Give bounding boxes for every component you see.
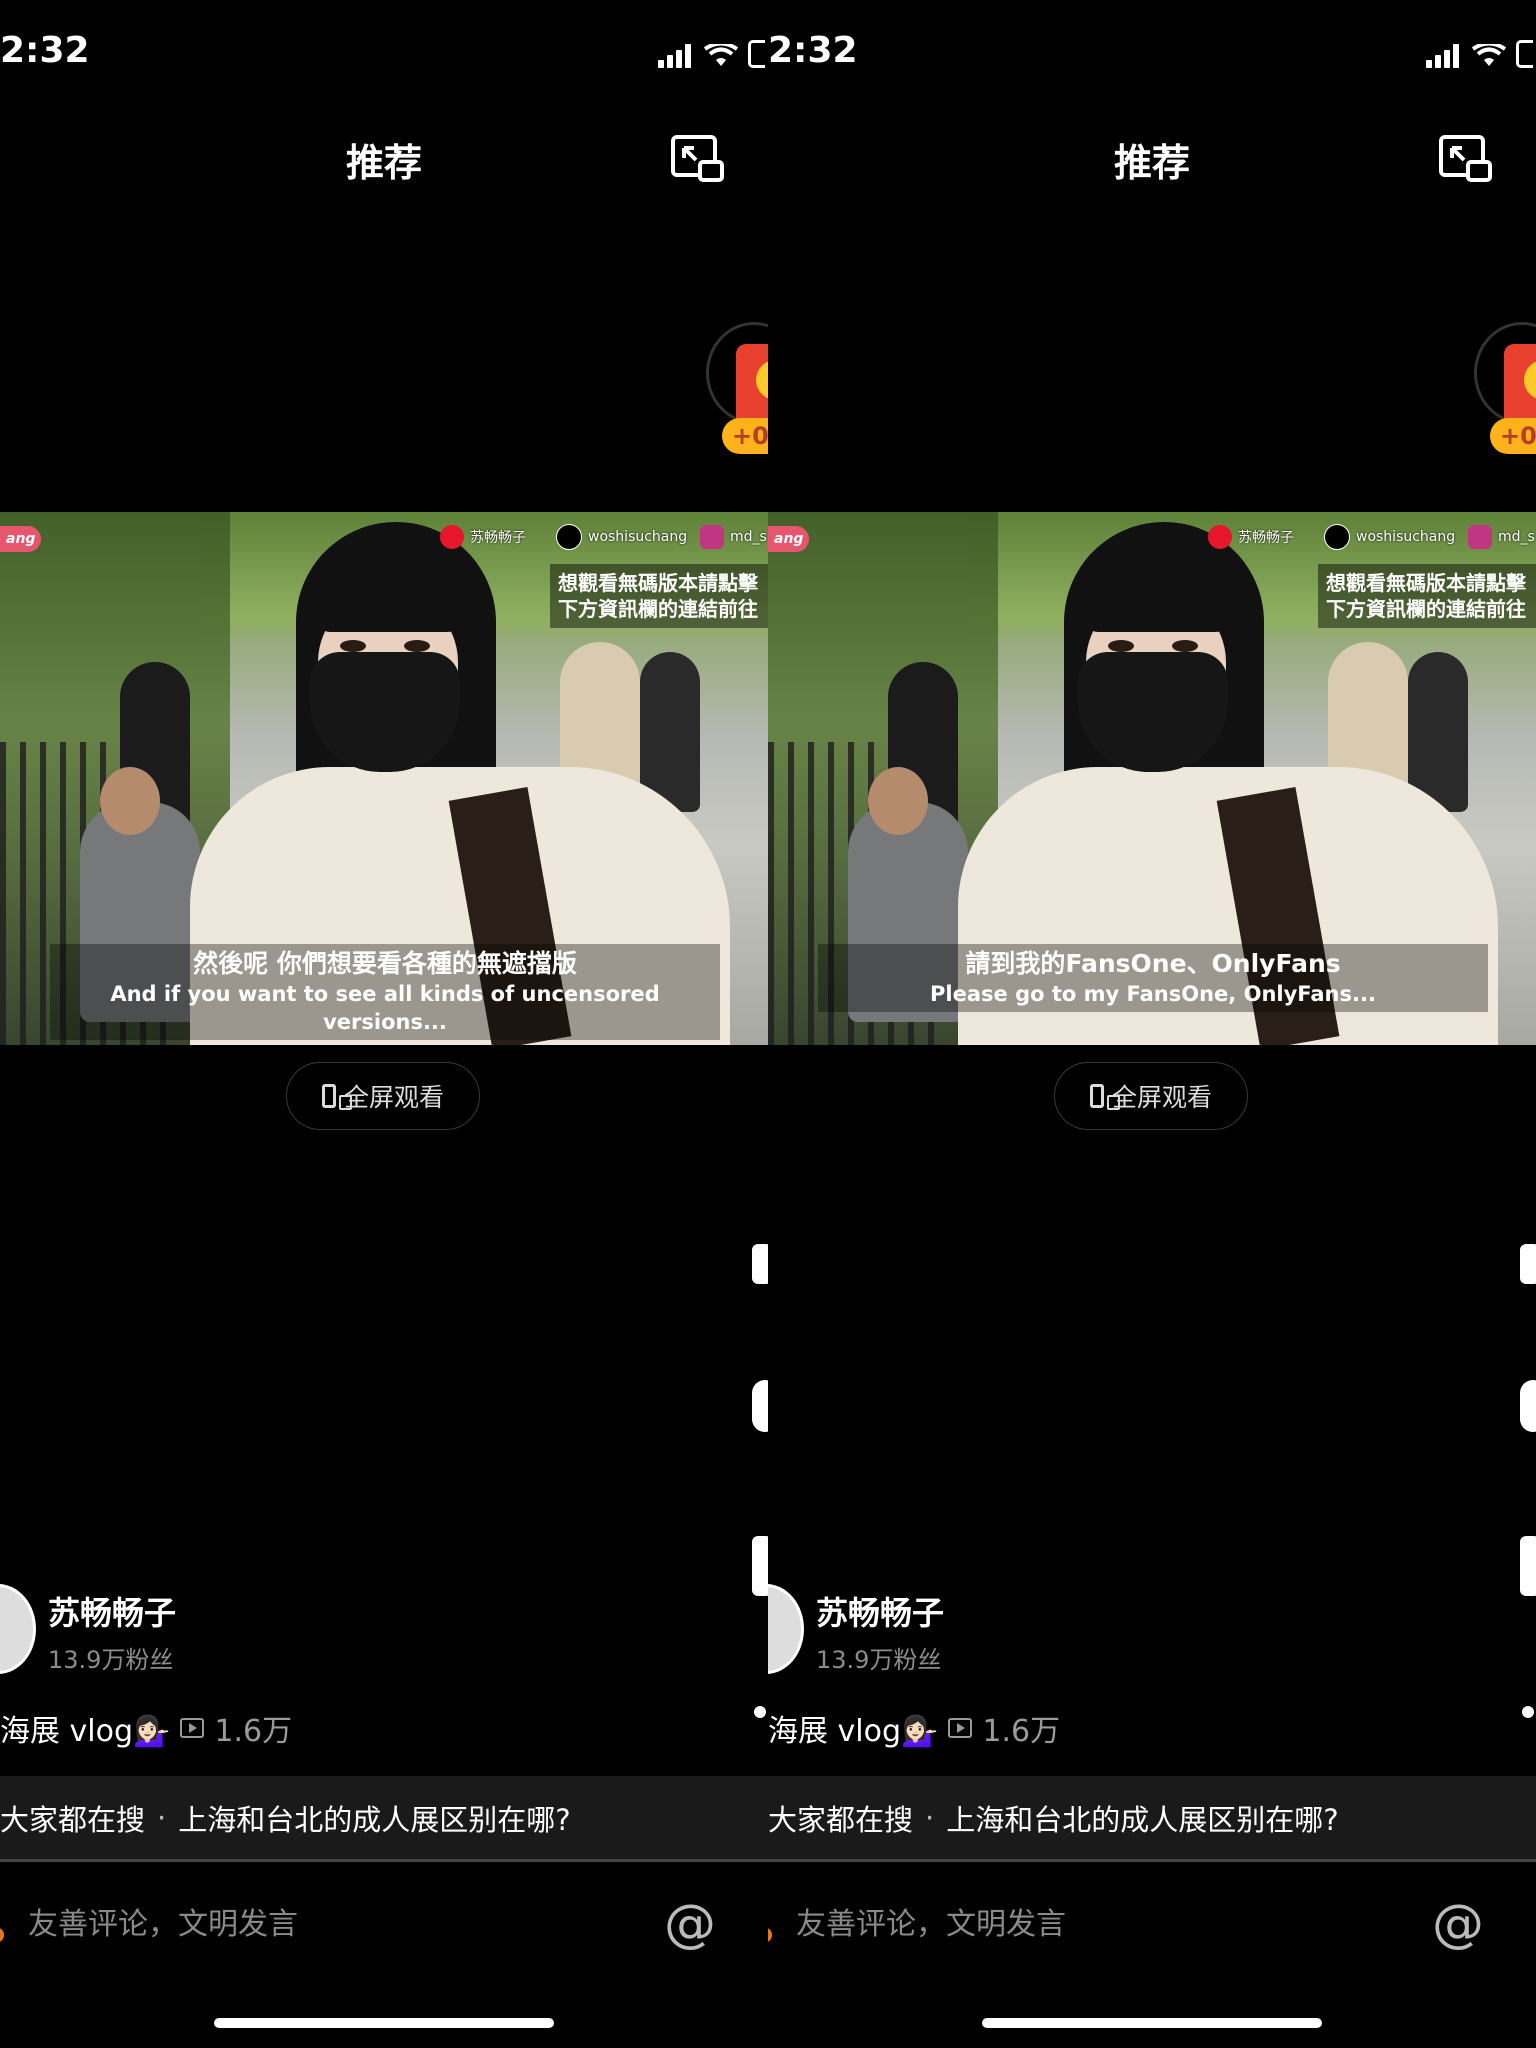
video-description[interactable]: 海展 vlog💁🏻‍♀️ 1.6万: [768, 1706, 1060, 1750]
home-indicator: [982, 2018, 1322, 2028]
wifi-icon: [1472, 44, 1506, 66]
status-icons: [658, 40, 765, 68]
view-count: 1.6万: [214, 1714, 293, 1749]
status-time: 2:32: [768, 30, 858, 71]
emoji-icon[interactable]: [0, 1928, 4, 1942]
status-icons: [1426, 40, 1533, 68]
comment-placeholder: 友善评论，文明发言: [28, 1907, 298, 1942]
fullscreen-button[interactable]: 全屏观看: [1054, 1062, 1248, 1130]
x-icon: [1324, 524, 1350, 550]
weibo-icon: [1208, 525, 1232, 549]
video-watermark-tag: ang: [768, 526, 810, 552]
indicator-dot: [754, 1706, 766, 1718]
status-time: 2:32: [0, 30, 90, 71]
play-count-icon: [948, 1718, 973, 1738]
home-indicator: [214, 2018, 554, 2028]
weibo-icon: [440, 525, 464, 549]
picture-in-picture-icon[interactable]: [670, 134, 726, 184]
page-title: 推荐: [1113, 141, 1190, 185]
subtitle-chinese: 然後呢 你們想要看各種的無遮擋版: [193, 949, 577, 978]
author-avatar[interactable]: [768, 1584, 804, 1674]
side-action-comment[interactable]: [752, 1380, 768, 1432]
weibo-watermark: 苏畅畅子: [1208, 522, 1294, 552]
video-player[interactable]: ang 苏畅畅子 woshisuchang md_s 想觀看無碼版本請點擊 下方…: [0, 512, 768, 1045]
rotate-screen-icon: [321, 1084, 352, 1110]
author-avatar[interactable]: [0, 1584, 36, 1674]
comment-input[interactable]: 友善评论，文明发言 @: [0, 1890, 768, 1960]
video-subtitle: 請到我的FansOne、OnlyFans Please go to my Fan…: [818, 944, 1488, 1012]
video-player[interactable]: ang 苏畅畅子 woshisuchang md_s 想觀看無碼版本請點擊 下方…: [768, 512, 1536, 1045]
indicator-dot: [1522, 1706, 1534, 1718]
signal-icon: [1426, 44, 1462, 68]
author-name[interactable]: 苏畅畅子: [816, 1588, 944, 1634]
instagram-icon: [700, 525, 724, 549]
battery-icon: [1516, 40, 1533, 68]
search-suggestion-bar[interactable]: 大家都在搜 · 上海和台北的成人展区别在哪?: [768, 1776, 1536, 1862]
red-packet-badge: +0.: [722, 418, 768, 454]
video-subtitle: 然後呢 你們想要看各種的無遮擋版 And if you want to see …: [50, 944, 720, 1040]
weibo-watermark: 苏畅畅子: [440, 522, 526, 552]
view-count: 1.6万: [982, 1714, 1061, 1749]
subtitle-english: And if you want to see all kinds of unce…: [110, 982, 660, 1034]
video-promo-text: 想觀看無碼版本請點擊 下方資訊欄的連結前往: [1318, 564, 1536, 628]
video-promo-text: 想觀看無碼版本請點擊 下方資訊欄的連結前往: [550, 564, 768, 628]
comment-input[interactable]: 友善评论，文明发言 @: [768, 1890, 1536, 1960]
mention-icon[interactable]: @: [664, 1898, 716, 1950]
instagram-watermark: md_s: [700, 522, 767, 552]
left-screenshot-panel: 2:32 推荐 +0. ang 苏畅畅子: [0, 0, 768, 2048]
page-title: 推荐: [345, 141, 422, 185]
signal-icon: [658, 44, 694, 68]
play-count-icon: [180, 1718, 205, 1738]
author-fans-count: 13.9万粉丝: [816, 1646, 942, 1674]
subtitle-english: Please go to my FansOne, OnlyFans...: [930, 982, 1376, 1006]
video-watermark-tag: ang: [0, 526, 42, 552]
x-watermark: woshisuchang: [1324, 522, 1455, 552]
right-screenshot-panel: 2:32 推荐 +0. ang 苏畅畅子: [768, 0, 1536, 2048]
picture-in-picture-icon[interactable]: [1438, 134, 1494, 184]
author-name[interactable]: 苏畅畅子: [48, 1588, 176, 1634]
side-action-share[interactable]: [752, 1536, 768, 1596]
wifi-icon: [704, 44, 738, 66]
fullscreen-button[interactable]: 全屏观看: [286, 1062, 480, 1130]
emoji-icon[interactable]: [768, 1928, 772, 1942]
search-suggestion-bar[interactable]: 大家都在搜 · 上海和台北的成人展区别在哪?: [0, 1776, 768, 1862]
x-watermark: woshisuchang: [556, 522, 687, 552]
x-icon: [556, 524, 582, 550]
instagram-watermark: md_s: [1468, 522, 1535, 552]
mention-icon[interactable]: @: [1432, 1898, 1484, 1950]
red-packet-badge: +0.: [1490, 418, 1536, 454]
battery-icon: [748, 40, 765, 68]
instagram-icon: [1468, 525, 1492, 549]
video-description[interactable]: 海展 vlog💁🏻‍♀️ 1.6万: [0, 1706, 292, 1750]
subtitle-chinese: 請到我的FansOne、OnlyFans: [965, 949, 1341, 978]
side-action-comment[interactable]: [1520, 1380, 1536, 1432]
author-fans-count: 13.9万粉丝: [48, 1646, 174, 1674]
side-action-like[interactable]: [1520, 1244, 1536, 1284]
side-action-like[interactable]: [752, 1244, 768, 1284]
comment-placeholder: 友善评论，文明发言: [796, 1907, 1066, 1942]
side-action-share[interactable]: [1520, 1536, 1536, 1596]
rotate-screen-icon: [1089, 1084, 1120, 1110]
